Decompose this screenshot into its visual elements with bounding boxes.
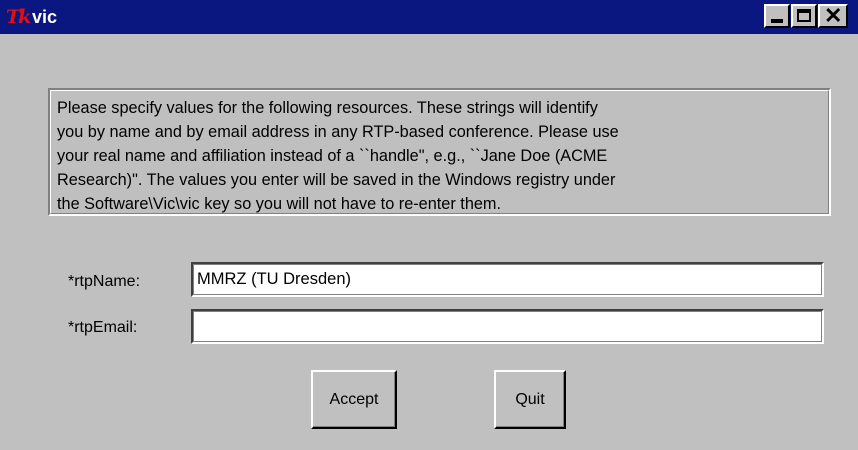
message-line: your real name and affiliation instead o… [57,147,608,165]
message-line: Please specify values for the following … [57,99,598,117]
minimize-button[interactable] [764,4,790,28]
maximize-button[interactable] [791,4,817,28]
accept-button[interactable]: Accept [311,370,397,429]
window-title: vic [32,7,58,27]
minimize-icon [771,19,783,23]
rtp-name-label: *rtpName: [68,273,141,290]
instructions-message: Please specify values for the following … [48,88,831,216]
message-line: the Software\Vic\vic key so you will not… [57,195,502,213]
rtp-name-field-frame [191,262,824,297]
rtp-email-input[interactable] [197,314,817,339]
rtp-name-input[interactable] [197,267,817,292]
message-line: you by name and by email address in any … [57,123,619,141]
message-line: Research)". The values you enter will be… [57,171,616,189]
rtp-email-label: *rtpEmail: [68,319,138,336]
rtp-email-field-frame [191,309,824,344]
quit-button[interactable]: Quit [494,370,566,429]
close-icon: ✕ [824,3,843,28]
tk-logo-icon: Tk [6,6,31,28]
maximize-icon [797,9,811,22]
close-button[interactable]: ✕ [818,4,848,28]
vic-dialog-window: Tk vic ✕ Please specify values for the f… [0,0,858,450]
title-bar[interactable]: Tk vic ✕ [0,0,858,34]
